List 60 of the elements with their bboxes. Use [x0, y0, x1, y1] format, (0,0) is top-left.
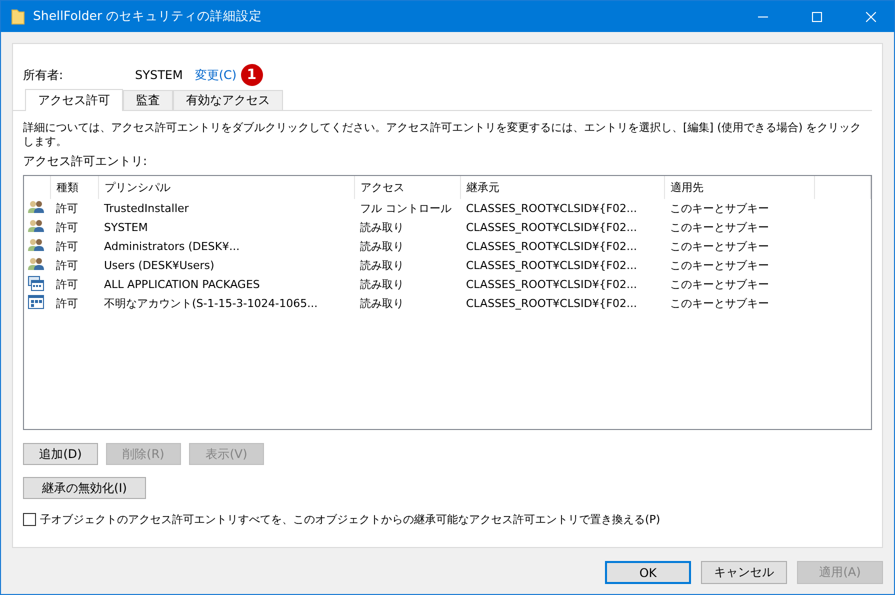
- table-cell-text: CLASSES_ROOT¥CLSID¥{F02...: [465, 277, 638, 293]
- table-cell-text: このキーとサブキー: [669, 220, 770, 236]
- table-cell-text: 許可: [55, 220, 79, 236]
- table-cell-text: 許可: [55, 277, 79, 293]
- users-icon: [28, 200, 44, 214]
- table-cell-text: CLASSES_ROOT¥CLSID¥{F02...: [465, 258, 638, 274]
- replace-checkbox[interactable]: [23, 513, 36, 526]
- users-icon: [28, 238, 44, 252]
- table-cell-text: Administrators (DESK¥...: [103, 239, 241, 255]
- table-cell-text: CLASSES_ROOT¥CLSID¥{F02...: [465, 296, 638, 312]
- table-cell-text: ALL APPLICATION PACKAGES: [103, 277, 261, 293]
- table-cell-text: このキーとサブキー: [669, 277, 770, 293]
- window-title: ShellFolder のセキュリティの詳細設定: [33, 8, 264, 25]
- description-text: 詳細については、アクセス許可エントリをダブルクリックしてください。アクセス許可エントリを変更するには、エントリを選択し、[編集] (使用できる場合) をクリックします。: [23, 121, 862, 149]
- table-cell-text: 読み取り: [359, 258, 405, 274]
- column-header[interactable]: アクセス: [354, 176, 460, 199]
- column-header[interactable]: 継承元: [460, 176, 664, 199]
- table-cell-text: 読み取り: [359, 277, 405, 293]
- table-cell-text: このキーとサブキー: [669, 239, 770, 255]
- tab[interactable]: 有効なアクセス: [173, 90, 283, 110]
- table-cell-text: CLASSES_ROOT¥CLSID¥{F02...: [465, 220, 638, 236]
- disable-inheritance-button[interactable]: 継承の無効化(I): [23, 477, 146, 499]
- table-cell: TrustedInstaller: [98, 199, 354, 218]
- table-cell-text: 読み取り: [359, 220, 405, 236]
- tab[interactable]: アクセス許可: [25, 89, 123, 111]
- table-cell-text: 許可: [55, 258, 79, 274]
- table-cell-text: 不明なアカウント(S-1-15-3-1024-1065...: [103, 296, 319, 312]
- entries-label: アクセス許可エントリ:: [23, 153, 148, 170]
- column-header[interactable]: 種類: [50, 176, 98, 199]
- owner-label: 所有者:: [23, 66, 64, 84]
- step-badge: 1: [240, 64, 263, 86]
- table-cell: 許可: [50, 199, 98, 218]
- owner-value: SYSTEM: [135, 68, 183, 82]
- table-cell-text: SYSTEM: [103, 220, 149, 236]
- dialog-button[interactable]: キャンセル: [701, 561, 787, 584]
- entry-button[interactable]: 追加(D): [23, 443, 98, 465]
- table-cell: フル コントロール: [354, 199, 460, 218]
- column-header[interactable]: 適用先: [664, 176, 814, 199]
- table-cell-text: 読み取り: [359, 239, 405, 255]
- table-cell-text: Users (DESK¥Users): [103, 258, 216, 274]
- close-icon[interactable]: [866, 12, 876, 22]
- table-cell-text: 読み取り: [359, 296, 405, 312]
- table-cell-text: CLASSES_ROOT¥CLSID¥{F02...: [465, 239, 638, 255]
- app-grid-icon: [28, 295, 44, 309]
- replace-checkbox-label: 子オブジェクトのアクセス許可エントリすべてを、このオブジェクトからの継承可能なアクセス許可エントリで置き換える(P): [40, 512, 660, 527]
- table-cell-text: 許可: [55, 239, 79, 255]
- table-cell: CLASSES_ROOT¥CLSID¥{F02...: [460, 199, 664, 218]
- table-cell-text: 許可: [55, 296, 79, 312]
- tab[interactable]: 監査: [123, 90, 173, 110]
- table-cell: このキーとサブキー: [664, 199, 814, 218]
- change-owner-link[interactable]: 変更(C): [194, 66, 237, 84]
- users-icon: [28, 257, 44, 271]
- users-icon: [28, 219, 44, 233]
- windows-stack-icon: [28, 276, 44, 290]
- table-cell-text: このキーとサブキー: [669, 258, 770, 274]
- maximize-icon[interactable]: [812, 12, 822, 22]
- column-header[interactable]: プリンシパル: [98, 176, 354, 199]
- dialog-button[interactable]: OK: [605, 561, 691, 584]
- folder-icon: [11, 8, 25, 24]
- table-cell-text: このキーとサブキー: [669, 296, 770, 312]
